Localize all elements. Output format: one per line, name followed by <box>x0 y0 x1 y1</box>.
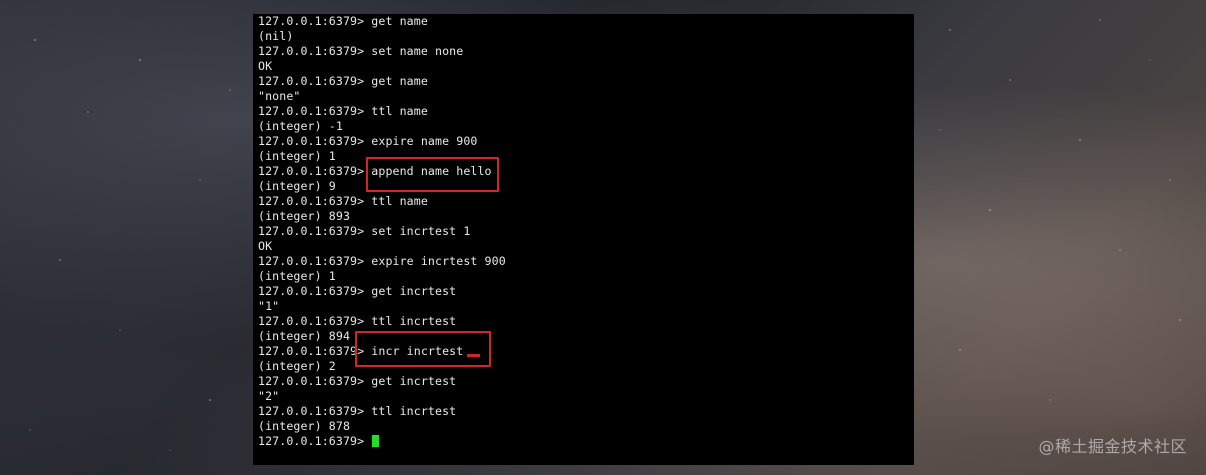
highlight-incr-command <box>355 331 491 367</box>
terminal-line: (integer) 1 <box>258 269 336 283</box>
terminal-line: 127.0.0.1:6379> set name none <box>258 44 464 58</box>
terminal-line: (integer) 893 <box>258 209 351 223</box>
terminal-line: 127.0.0.1:6379> get name <box>258 14 428 28</box>
terminal-prompt: 127.0.0.1:6379> <box>258 434 372 448</box>
terminal-line: 127.0.0.1:6379> expire incrtest 900 <box>258 254 506 268</box>
watermark-text: @稀土掘金技术社区 <box>1038 437 1187 456</box>
terminal-line: 127.0.0.1:6379> ttl incrtest <box>258 314 457 328</box>
terminal-output: 127.0.0.1:6379> get name (nil) 127.0.0.1… <box>258 14 506 449</box>
terminal-line: OK <box>258 59 273 73</box>
terminal-line: 127.0.0.1:6379> expire name 900 <box>258 134 478 148</box>
terminal-line: "1" <box>258 299 280 313</box>
highlight-append-command <box>366 157 499 192</box>
terminal-line: 127.0.0.1:6379> ttl name <box>258 104 428 118</box>
annotation-cursor-mark <box>467 354 480 357</box>
terminal-line: "none" <box>258 89 301 103</box>
terminal-line: (integer) -1 <box>258 119 343 133</box>
terminal-line: 127.0.0.1:6379> get name <box>258 74 428 88</box>
terminal-line: (integer) 878 <box>258 419 351 433</box>
terminal-window[interactable]: 127.0.0.1:6379> get name (nil) 127.0.0.1… <box>253 14 914 465</box>
terminal-line: OK <box>258 239 273 253</box>
text-cursor <box>372 435 380 447</box>
terminal-line: 127.0.0.1:6379> ttl incrtest <box>258 404 457 418</box>
terminal-line: 127.0.0.1:6379> get incrtest <box>258 374 457 388</box>
terminal-line: 127.0.0.1:6379> get incrtest <box>258 284 457 298</box>
terminal-line: 127.0.0.1:6379> ttl name <box>258 194 428 208</box>
terminal-line: (nil) <box>258 29 294 43</box>
terminal-line: 127.0.0.1:6379> set incrtest 1 <box>258 224 471 238</box>
terminal-line: "2" <box>258 389 280 403</box>
terminal-prompt-line[interactable]: 127.0.0.1:6379> <box>258 434 506 449</box>
